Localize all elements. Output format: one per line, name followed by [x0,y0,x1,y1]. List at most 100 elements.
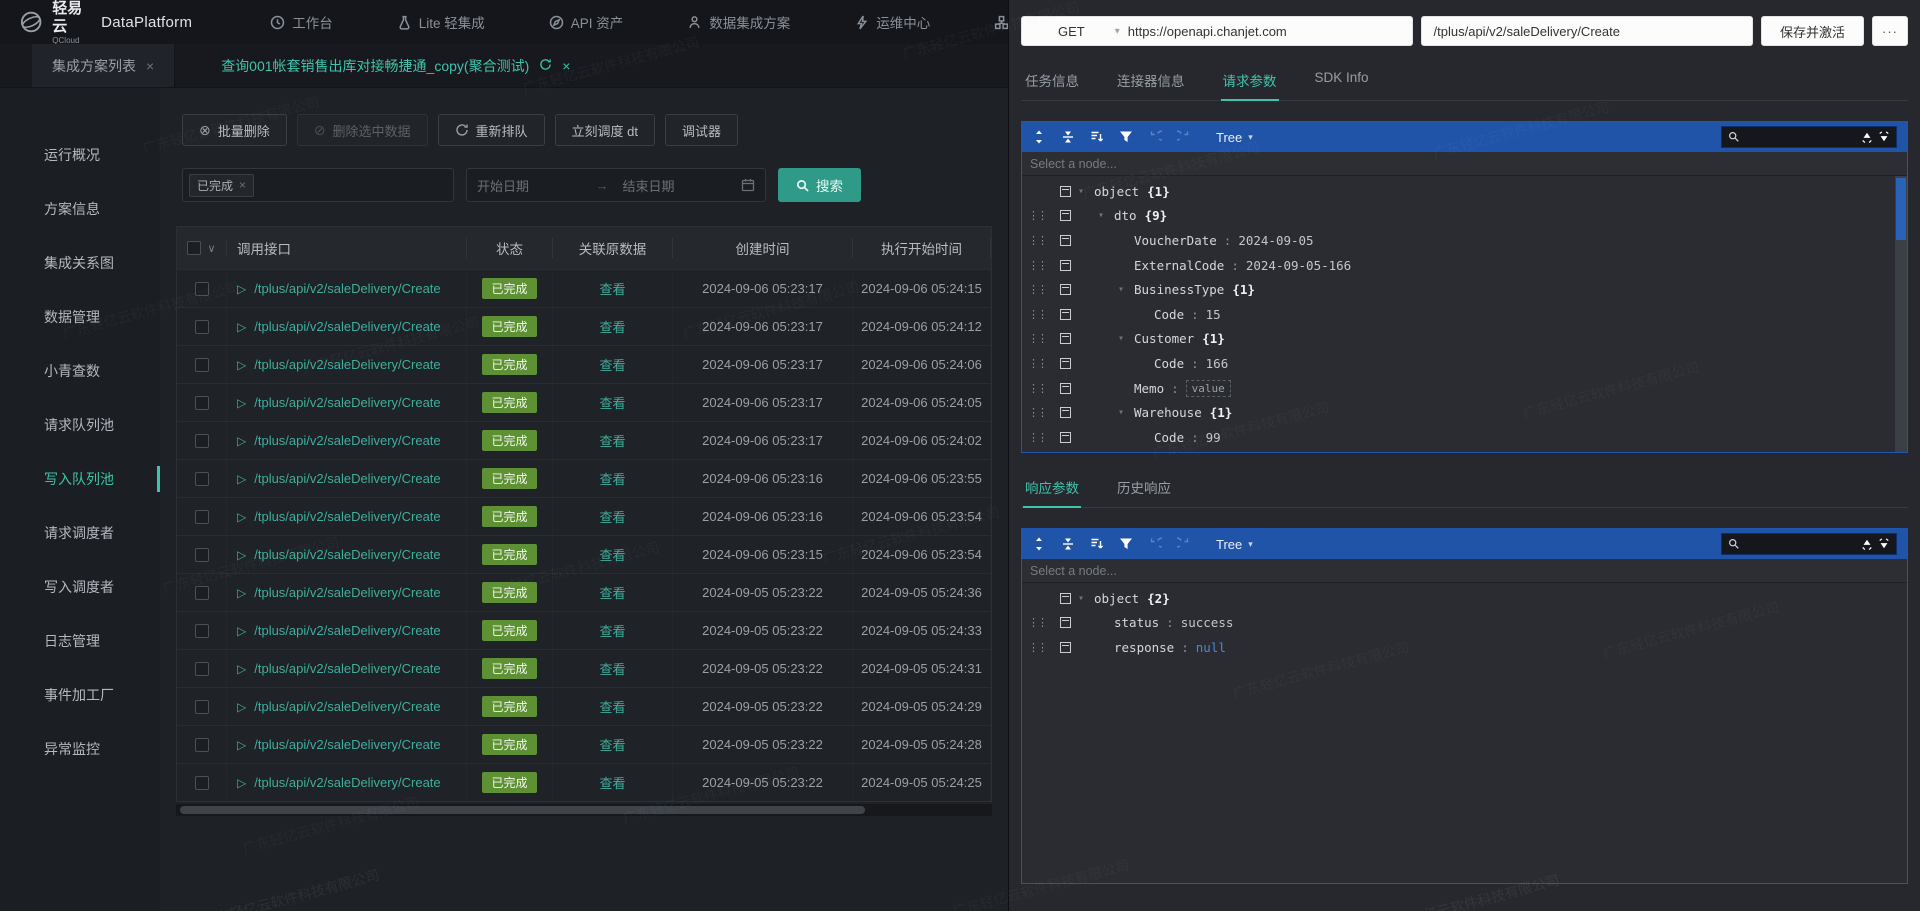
play-icon[interactable]: ▷ [237,510,246,524]
collapse-branch-icon[interactable] [1878,538,1890,550]
row-checkbox[interactable] [194,547,209,562]
play-icon[interactable]: ▷ [237,320,246,334]
caret-down-icon[interactable]: ▾ [1118,284,1134,295]
drag-handle-icon[interactable]: ⋮⋮ [1022,357,1052,370]
api-path-link[interactable]: /tplus/api/v2/saleDelivery/Create [254,699,440,714]
drag-handle-icon[interactable]: ⋮⋮ [1022,641,1052,654]
view-source-link[interactable]: 查看 [599,469,625,488]
row-checkbox[interactable] [194,737,209,752]
row-checkbox[interactable] [194,585,209,600]
sidebar-item-异常监控[interactable]: 异常监控 [0,722,160,776]
api-path-link[interactable]: /tplus/api/v2/saleDelivery/Create [254,357,440,372]
node-menu-icon[interactable] [1059,185,1071,197]
api-path-link[interactable]: /tplus/api/v2/saleDelivery/Create [254,509,440,524]
end-date-field[interactable]: 结束日期 [617,176,734,195]
row-checkbox[interactable] [194,661,209,676]
row-checkbox[interactable] [194,319,209,334]
node-menu-icon[interactable] [1059,234,1071,246]
sidebar-item-运行概况[interactable]: 运行概况 [0,128,160,182]
sidebar-item-写入队列池[interactable]: 写入队列池 [0,452,160,506]
tab-响应参数[interactable]: 响应参数 [1023,469,1081,508]
play-icon[interactable]: ▷ [237,396,246,410]
tree-search-input[interactable] [1721,533,1897,555]
node-menu-icon[interactable] [1059,333,1071,345]
node-menu-icon[interactable] [1059,431,1071,443]
drag-handle-icon[interactable]: ⋮⋮ [1022,234,1052,247]
toolbar-button-3[interactable]: 立刻调度 dt [554,114,655,146]
status-filter-input[interactable]: 已完成 × [182,168,454,202]
tab-连接器信息[interactable]: 连接器信息 [1115,62,1187,100]
play-icon[interactable]: ▷ [237,662,246,676]
tree-vertical-scrollbar[interactable] [1895,176,1907,452]
node-menu-icon[interactable] [1059,407,1071,419]
drag-handle-icon[interactable]: ⋮⋮ [1022,406,1052,419]
view-source-link[interactable]: 查看 [599,279,625,298]
tree-value[interactable]: value [1185,379,1231,397]
api-path-link[interactable]: /tplus/api/v2/saleDelivery/Create [254,319,440,334]
play-icon[interactable]: ▷ [237,472,246,486]
caret-down-icon[interactable]: ▾ [1078,186,1094,197]
node-menu-icon[interactable] [1059,592,1071,604]
drag-handle-icon[interactable]: ⋮⋮ [1022,209,1052,222]
base-url-field[interactable]: https://openapi.chanjet.com [1128,24,1287,39]
api-path-link[interactable]: /tplus/api/v2/saleDelivery/Create [254,547,440,562]
node-menu-icon[interactable] [1059,308,1071,320]
nav-item-ops-center[interactable]: 运维中心 [854,12,962,32]
save-activate-button[interactable]: 保存并激活 [1760,16,1864,46]
drag-handle-icon[interactable]: ⋮⋮ [1022,332,1052,345]
caret-down-icon[interactable]: ▾ [1078,593,1094,604]
api-path-link[interactable]: /tplus/api/v2/saleDelivery/Create [254,775,440,790]
caret-down-icon[interactable]: ▾ [1098,210,1114,221]
row-checkbox[interactable] [194,623,209,638]
play-icon[interactable]: ▷ [237,738,246,752]
api-path-link[interactable]: /tplus/api/v2/saleDelivery/Create [254,585,440,600]
select-all-checkbox[interactable] [187,241,202,255]
tree-value[interactable]: 15 [1206,307,1221,322]
row-checkbox[interactable] [194,775,209,790]
tree-value[interactable]: success [1181,615,1234,630]
start-date-field[interactable]: 开始日期 [477,176,588,195]
filter-icon[interactable] [1119,130,1133,144]
tab-SDK Info[interactable]: SDK Info [1313,62,1371,100]
filter-icon[interactable] [1119,537,1133,551]
response-node-select[interactable]: Select a node... [1022,559,1907,583]
view-source-link[interactable]: 查看 [599,317,625,336]
node-menu-icon[interactable] [1059,641,1071,653]
select-dropdown-caret-icon[interactable]: ∨ [207,242,215,255]
node-menu-icon[interactable] [1059,259,1071,271]
row-checkbox[interactable] [194,395,209,410]
hscroll-thumb[interactable] [180,806,866,814]
sidebar-item-数据管理[interactable]: 数据管理 [0,290,160,344]
view-source-link[interactable]: 查看 [599,773,625,792]
path-field[interactable]: /tplus/api/v2/saleDelivery/Create [1420,16,1753,46]
node-menu-icon[interactable] [1059,617,1071,629]
drag-handle-icon[interactable]: ⋮⋮ [1022,382,1052,395]
nav-item-clock[interactable]: 工作台 [270,12,365,32]
method-select[interactable]: GET [1032,24,1107,39]
toolbar-button-0[interactable]: ⊗ 批量删除 [182,114,287,146]
tree-value[interactable]: 99 [1206,430,1221,445]
tree-value[interactable]: null [1196,640,1226,655]
play-icon[interactable]: ▷ [237,624,246,638]
tab-close-icon[interactable]: × [562,58,570,74]
view-source-link[interactable]: 查看 [599,507,625,526]
tab-refresh-icon[interactable] [539,58,552,74]
toolbar-button-4[interactable]: 调试器 [664,114,738,146]
request-node-select[interactable]: Select a node... [1022,152,1907,176]
vscroll-thumb[interactable] [1896,178,1906,240]
view-source-link[interactable]: 查看 [599,545,625,564]
chip-close-icon[interactable]: × [239,178,246,192]
nav-item-lite[interactable]: Lite 轻集成 [397,12,517,32]
collapse-all-icon[interactable] [1061,537,1075,551]
tree-value[interactable]: 2024-09-05-166 [1246,258,1351,273]
tree-mode-select[interactable]: Tree ▾ [1216,537,1253,552]
toolbar-button-2[interactable]: 重新排队 [437,114,545,146]
workspace-tab-1[interactable]: 查询001帐套销售出库对接畅捷通_copy(聚合测试) × [201,44,590,87]
nav-item-api-asset[interactable]: API 资产 [549,12,656,32]
view-source-link[interactable]: 查看 [599,659,625,678]
caret-down-icon[interactable]: ▾ [1118,333,1134,344]
node-menu-icon[interactable] [1059,210,1071,222]
node-menu-icon[interactable] [1059,284,1071,296]
method-chevron-icon[interactable]: ▾ [1115,26,1120,37]
view-source-link[interactable]: 查看 [599,583,625,602]
